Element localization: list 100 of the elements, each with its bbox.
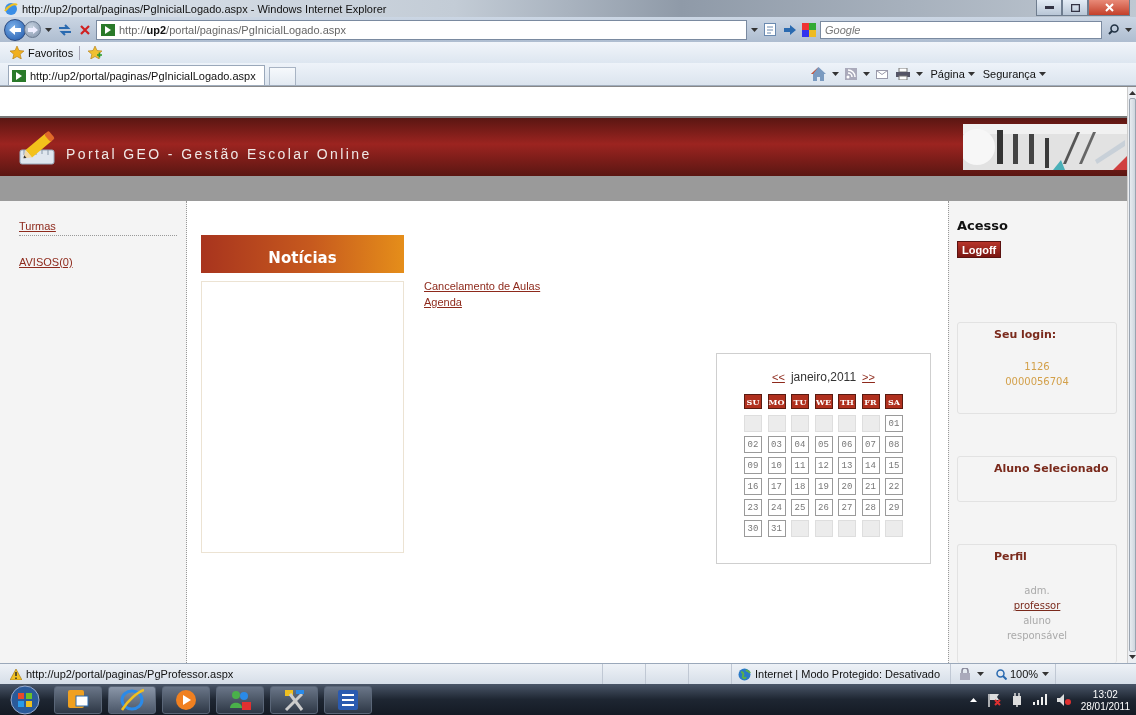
site-title: Portal GEO - Gestão Escolar Online: [66, 146, 372, 162]
browser-tab[interactable]: http://up2/portal/paginas/PgInicialLogado.aspx: [8, 65, 265, 85]
day-cell[interactable]: 31: [767, 520, 786, 537]
empty-day-cell: [814, 520, 833, 537]
forward-arrow-icon: [27, 25, 38, 34]
weekday-header: FR: [861, 394, 880, 409]
feed-icon: [844, 68, 857, 80]
minimize-icon: [1044, 6, 1054, 9]
page-icon: [764, 23, 776, 36]
search-button[interactable]: [1106, 22, 1121, 37]
zoom-button[interactable]: 100%: [996, 668, 1039, 680]
sidebar-link[interactable]: AVISOS(0): [19, 256, 73, 268]
day-cell[interactable]: 12: [814, 457, 833, 474]
signal-bars-icon[interactable]: [1032, 694, 1047, 705]
caret-icon[interactable]: [831, 72, 839, 76]
day-cell[interactable]: 04: [791, 436, 809, 453]
news-link[interactable]: Agenda: [424, 296, 462, 308]
home-icon: [810, 67, 826, 81]
next-month-link[interactable]: >>: [862, 371, 875, 383]
news-link[interactable]: Cancelamento de Aulas: [424, 280, 541, 292]
tools-icon: [282, 687, 306, 712]
day-cell[interactable]: 01: [885, 415, 903, 432]
taskbar-button[interactable]: [162, 685, 210, 714]
day-cell[interactable]: 16: [744, 478, 762, 495]
star-icon: [10, 46, 24, 59]
add-favorite-button[interactable]: [86, 44, 105, 61]
scroll-up-icon: [1128, 91, 1136, 95]
day-cell[interactable]: 22: [885, 478, 903, 495]
day-cell[interactable]: 23: [744, 499, 762, 516]
search-field[interactable]: Google: [820, 20, 1102, 39]
power-plug-icon[interactable]: [1010, 692, 1023, 707]
caret-icon: [967, 72, 975, 76]
taskbar-button[interactable]: [324, 685, 372, 714]
scroll-down-icon: [1128, 655, 1136, 659]
taskbar-button[interactable]: [54, 685, 102, 714]
close-button[interactable]: [1088, 0, 1130, 16]
caret-icon[interactable]: [751, 27, 758, 32]
caret-icon[interactable]: [45, 27, 52, 32]
day-cell[interactable]: 21: [861, 478, 880, 495]
day-cell[interactable]: 17: [767, 478, 786, 495]
caret-icon[interactable]: [915, 72, 923, 76]
empty-day-cell: [838, 415, 856, 432]
pencil-ruler-icon: [18, 128, 58, 166]
profile-option[interactable]: professor: [1013, 598, 1061, 613]
previous-month-link[interactable]: <<: [772, 371, 785, 383]
caret-icon[interactable]: [977, 672, 984, 676]
up-arrow-icon[interactable]: [969, 697, 977, 702]
day-cell[interactable]: 11: [791, 457, 809, 474]
day-cell[interactable]: 20: [838, 478, 856, 495]
maximize-button[interactable]: [1062, 0, 1088, 16]
logoff-button[interactable]: Logoff: [957, 241, 1002, 258]
day-cell[interactable]: 15: [885, 457, 903, 474]
day-cell[interactable]: 19: [814, 478, 833, 495]
minimize-button[interactable]: [1036, 0, 1062, 16]
taskbar-button[interactable]: [270, 685, 318, 714]
print-button[interactable]: [893, 66, 912, 82]
empty-day-cell: [744, 415, 762, 432]
back-button[interactable]: [4, 18, 26, 41]
forward-button[interactable]: [24, 21, 41, 38]
caret-icon[interactable]: [1125, 27, 1132, 32]
day-cell[interactable]: 08: [885, 436, 903, 453]
day-cell[interactable]: 27: [838, 499, 856, 516]
day-cell[interactable]: 13: [838, 457, 856, 474]
empty-day-cell: [861, 415, 880, 432]
feed-button[interactable]: [762, 21, 778, 38]
day-cell[interactable]: 02: [744, 436, 762, 453]
compatibility-button[interactable]: [56, 21, 74, 38]
flag-icon[interactable]: [986, 692, 1001, 707]
caret-icon[interactable]: [1042, 672, 1050, 676]
day-cell[interactable]: 26: [814, 499, 833, 516]
empty-day-cell: [885, 520, 903, 537]
day-cell[interactable]: 24: [767, 499, 786, 516]
address-field[interactable]: http://up2/portal/paginas/PgInicialLogado.aspx: [96, 19, 747, 40]
month-label: janeiro,2011: [790, 370, 857, 384]
day-cell[interactable]: 28: [861, 499, 880, 516]
start-icon[interactable]: [10, 684, 40, 715]
day-cell[interactable]: 14: [861, 457, 880, 474]
warning-icon: [10, 668, 22, 680]
page-icon: [12, 69, 26, 82]
command-menu[interactable]: Segurança: [982, 68, 1046, 80]
day-cell[interactable]: 29: [885, 499, 903, 516]
clock[interactable]: 13:02 28/01/2011: [1080, 686, 1130, 713]
sidebar-link[interactable]: Turmas: [19, 220, 56, 232]
stop-button[interactable]: [78, 22, 92, 37]
day-cell[interactable]: 06: [838, 436, 856, 453]
maximize-icon: [1070, 3, 1080, 12]
day-cell[interactable]: 07: [861, 436, 880, 453]
day-cell[interactable]: 25: [791, 499, 809, 516]
day-cell[interactable]: 30: [744, 520, 762, 537]
favorites-button[interactable]: Favoritos: [10, 46, 74, 59]
day-cell[interactable]: 05: [814, 436, 833, 453]
day-cell[interactable]: 03: [767, 436, 786, 453]
caret-icon[interactable]: [862, 72, 870, 76]
speaker-muted-icon[interactable]: [1056, 693, 1071, 706]
go-button[interactable]: [782, 22, 798, 37]
day-cell[interactable]: 09: [744, 457, 762, 474]
day-cell[interactable]: 10: [767, 457, 786, 474]
arrows-icon: [58, 23, 72, 36]
day-cell[interactable]: 18: [791, 478, 809, 495]
command-menu[interactable]: Página: [930, 68, 975, 80]
